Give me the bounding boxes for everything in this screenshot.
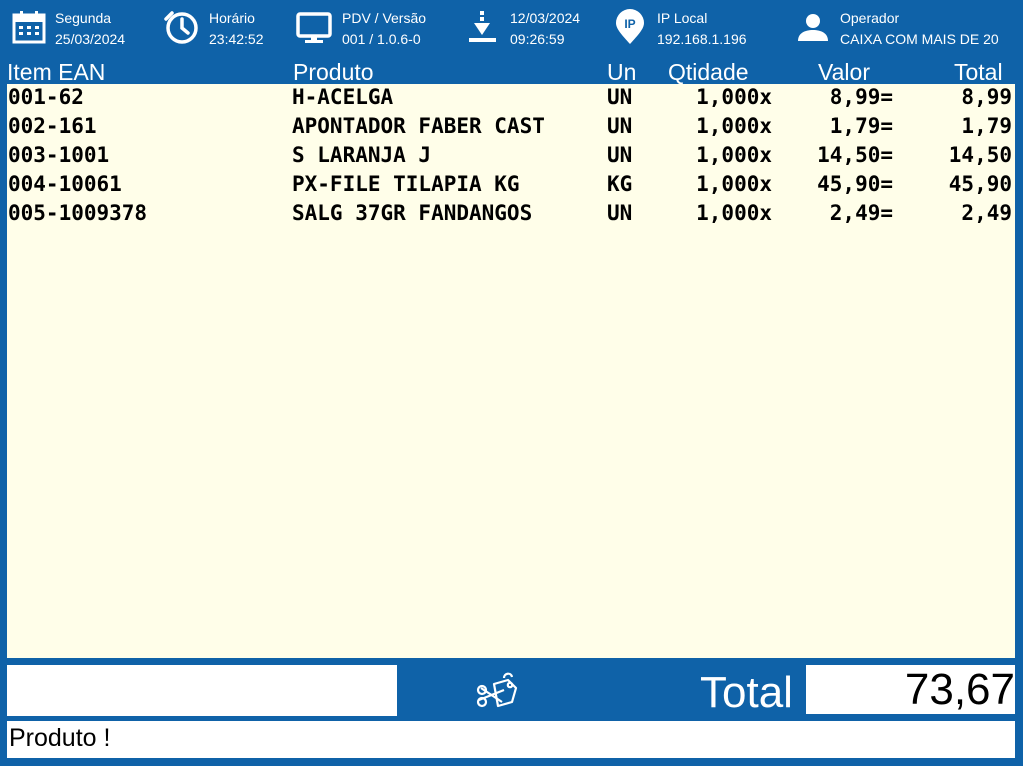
- item-product: SALG 37GR FANDANGOS: [292, 201, 533, 225]
- time-label: Horário: [209, 10, 255, 26]
- item-ean: 003-1001: [8, 143, 110, 167]
- item-price: 1,79=: [829, 114, 893, 138]
- item-total: 8,99: [961, 85, 1012, 109]
- item-total: 1,79: [961, 114, 1012, 138]
- operator-label: Operador: [840, 10, 900, 26]
- weekday-label: Segunda: [55, 10, 112, 26]
- table-row[interactable]: 005-1009378 SALG 37GR FANDANGOS UN 1,000…: [7, 200, 1015, 229]
- status-header: Segunda 25/03/2024 Horário 23:42:52 PDV …: [0, 0, 1023, 58]
- barcode-input[interactable]: [7, 665, 397, 716]
- item-quantity: 1,000x: [696, 172, 772, 196]
- item-product: PX-FILE TILAPIA KG: [292, 172, 520, 196]
- monitor-icon: [296, 12, 332, 43]
- item-total: 45,90: [948, 172, 1012, 196]
- operator-name: CAIXA COM MAIS DE 20: [840, 31, 999, 47]
- ip-pin-icon: IP: [616, 9, 644, 44]
- sync-date: 12/03/2024: [510, 10, 581, 26]
- item-total: 14,50: [948, 143, 1012, 167]
- item-ean: 001-62: [8, 85, 84, 109]
- item-ean: 005-1009378: [8, 201, 148, 225]
- col-valor: Valor: [818, 59, 870, 85]
- item-quantity: 1,000x: [696, 201, 772, 225]
- pdv-version: 001 / 1.0.6-0: [342, 31, 421, 47]
- item-unit: UN: [607, 114, 633, 138]
- column-headers: Item EAN Produto Un Qtidade Valor Total: [0, 59, 1023, 85]
- total-label: Total: [700, 668, 793, 717]
- sync-time: 09:26:59: [510, 31, 565, 47]
- user-icon: [798, 14, 828, 41]
- table-row[interactable]: 002-161 APONTADOR FABER CAST UN 1,000x 1…: [7, 113, 1015, 142]
- item-price: 14,50=: [817, 143, 893, 167]
- item-total: 2,49: [961, 201, 1012, 225]
- clock-icon: [164, 11, 198, 44]
- item-unit: UN: [607, 85, 633, 109]
- total-display: 73,67: [806, 665, 1015, 714]
- item-unit: UN: [607, 143, 633, 167]
- svg-text:IP: IP: [624, 17, 635, 31]
- item-product: H-ACELGA: [292, 85, 394, 109]
- table-row[interactable]: 004-10061 PX-FILE TILAPIA KG KG 1,000x 4…: [7, 171, 1015, 200]
- status-message: Produto !: [9, 724, 111, 752]
- ip-label: IP Local: [657, 10, 708, 26]
- table-row[interactable]: 003-1001 S LARANJA J UN 1,000x 14,50= 14…: [7, 142, 1015, 171]
- price-tag-icon[interactable]: [474, 670, 520, 716]
- item-quantity: 1,000x: [696, 114, 772, 138]
- item-unit: UN: [607, 201, 633, 225]
- col-un: Un: [607, 59, 637, 85]
- item-price: 2,49=: [829, 201, 893, 225]
- current-time: 23:42:52: [209, 31, 264, 47]
- item-quantity: 1,000x: [696, 85, 772, 109]
- item-product: S LARANJA J: [292, 143, 432, 167]
- table-row[interactable]: 001-62 H-ACELGA UN 1,000x 8,99= 8,99: [7, 84, 1015, 113]
- col-qtidade: Qtidade: [668, 59, 749, 85]
- current-date: 25/03/2024: [55, 31, 126, 47]
- item-price: 8,99=: [829, 85, 893, 109]
- pdv-label: PDV / Versão: [342, 10, 427, 26]
- item-ean: 002-161: [8, 114, 97, 138]
- item-ean: 004-10061: [8, 172, 122, 196]
- item-quantity: 1,000x: [696, 143, 772, 167]
- col-item-ean: Item EAN: [7, 59, 106, 85]
- item-unit: KG: [607, 172, 633, 196]
- items-grid[interactable]: 001-62 H-ACELGA UN 1,000x 8,99= 8,99 002…: [7, 84, 1015, 658]
- item-product: APONTADOR FABER CAST: [292, 114, 545, 138]
- download-icon: [469, 11, 496, 42]
- col-produto: Produto: [293, 59, 374, 85]
- ip-address: 192.168.1.196: [657, 31, 747, 47]
- item-price: 45,90=: [817, 172, 893, 196]
- calendar-icon: [12, 11, 46, 44]
- col-total: Total: [954, 59, 1003, 85]
- status-bar: Produto !: [7, 721, 1015, 758]
- total-value: 73,67: [904, 665, 1015, 714]
